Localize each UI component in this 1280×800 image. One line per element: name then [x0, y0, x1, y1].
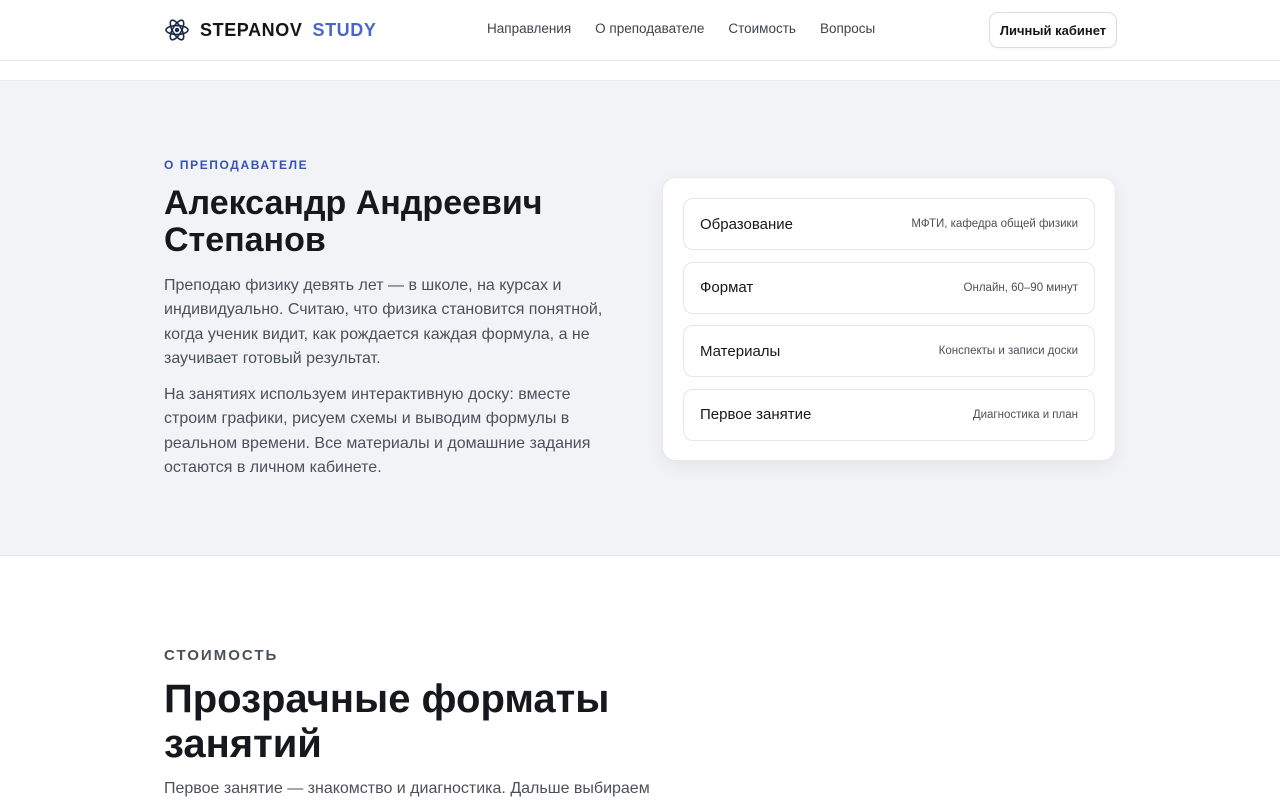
pricing-heading: Прозрачные форматы занятий — [164, 677, 610, 766]
brand-logo[interactable]: STEPANOV STUDY — [164, 16, 377, 44]
personal-cabinet-button[interactable]: Личный кабинет — [989, 12, 1117, 48]
header-spacer — [0, 61, 1280, 81]
nav-link-faq[interactable]: Вопросы — [820, 21, 875, 36]
teacher-facts-card: Образование МФТИ, кафедра общей физики Ф… — [662, 177, 1116, 461]
fact-value: Онлайн, 60–90 минут — [963, 281, 1078, 294]
nav-link-pricing[interactable]: Стоимость — [728, 21, 796, 36]
about-paragraph-experience: Преподаю физику девять лет — в школе, на… — [164, 277, 603, 367]
teacher-name-heading: Александр Андреевич Степанов — [164, 184, 543, 259]
section-eyebrow: О ПРЕПОДАВАТЕЛЕ — [164, 158, 309, 172]
site-header: STEPANOV STUDY Направления О преподавате… — [0, 0, 1280, 61]
fact-row-first-lesson: Первое занятие Диагностика и план — [683, 388, 1095, 441]
fact-row-format: Формат Онлайн, 60–90 минут — [683, 261, 1095, 314]
pricing-intro-paragraph: Первое занятие — знакомство и диагностик… — [164, 780, 650, 797]
fact-value: Диагностика и план — [972, 408, 1078, 421]
nav-link-directions[interactable]: Направления — [487, 21, 571, 36]
about-teacher-section: О ПРЕПОДАВАТЕЛЕ Александр Андреевич Степ… — [0, 81, 1280, 556]
main-nav: Направления О преподавателе Стоимость Во… — [487, 21, 875, 36]
section-eyebrow: СТОИМОСТЬ — [164, 647, 279, 664]
fact-label: Образование — [700, 215, 793, 233]
fact-value: Конспекты и записи доски — [938, 345, 1078, 357]
fact-row-materials: Материалы Конспекты и записи доски — [683, 325, 1095, 377]
brand-name: STEPANOV — [200, 19, 303, 40]
pricing-section: СТОИМОСТЬ Прозрачные форматы занятий Пер… — [0, 556, 1280, 800]
about-paragraph-board: На занятиях используем интерактивную дос… — [164, 386, 591, 476]
brand-name-accent: STUDY — [312, 19, 377, 40]
atom-icon — [165, 19, 189, 41]
fact-row-education: Образование МФТИ, кафедра общей физики — [683, 198, 1095, 250]
fact-value: МФТИ, кафедра общей физики — [911, 218, 1078, 230]
fact-label: Формат — [700, 279, 754, 296]
fact-label: Первое занятие — [700, 406, 812, 423]
nav-link-about-teacher[interactable]: О преподавателе — [595, 21, 704, 36]
fact-label: Материалы — [700, 342, 781, 360]
